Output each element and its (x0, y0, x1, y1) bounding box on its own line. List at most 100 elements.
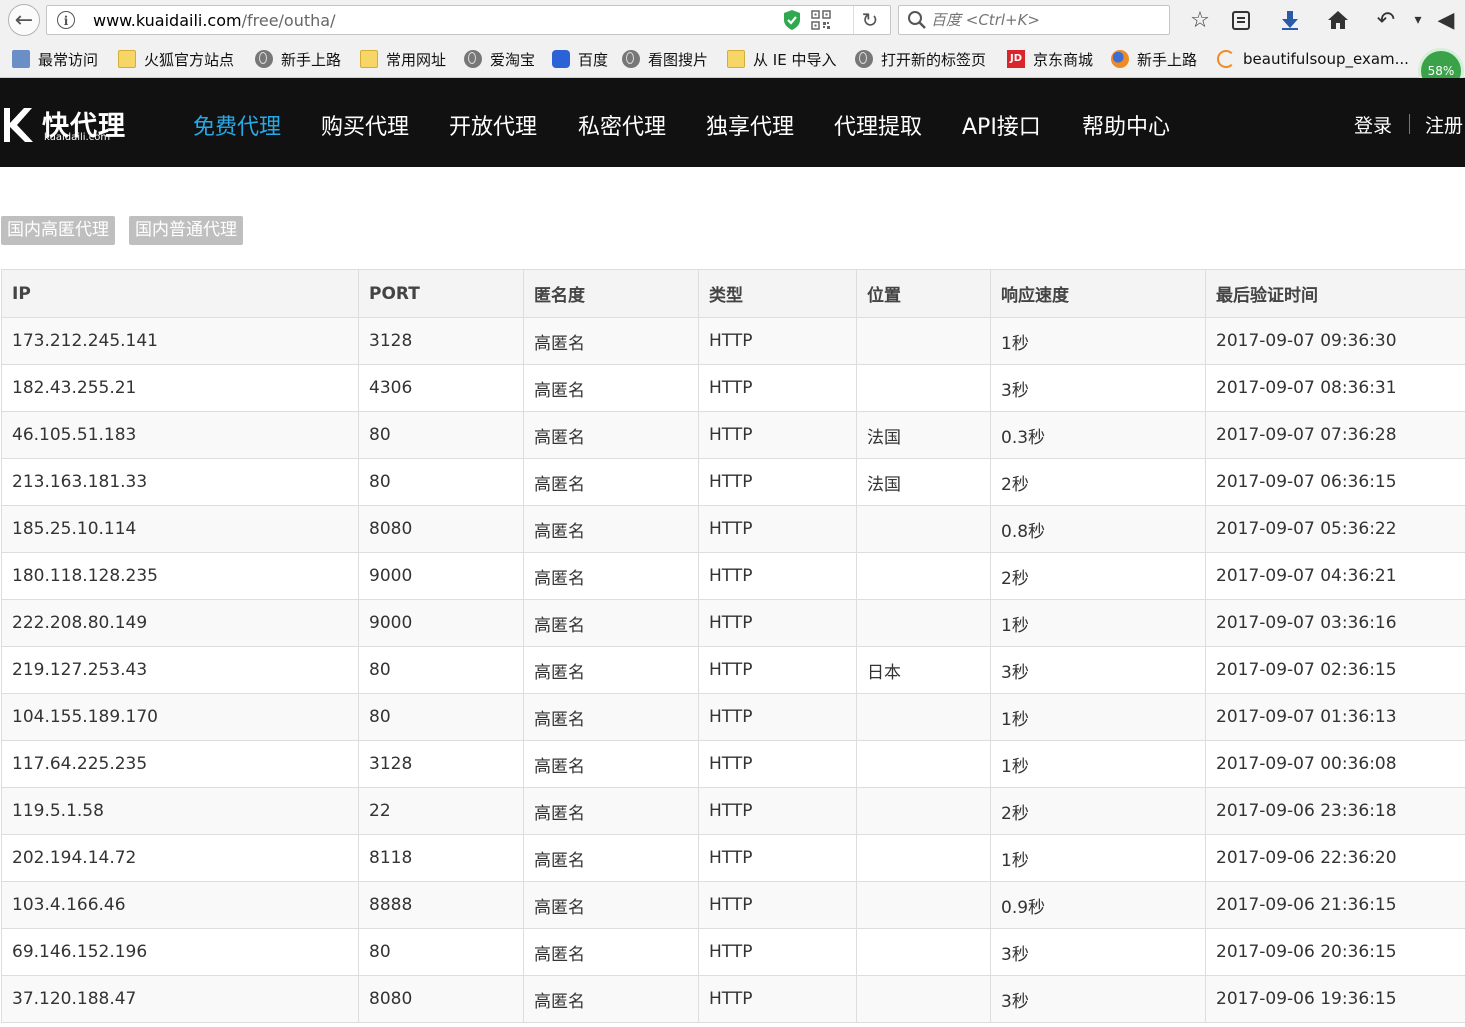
site-info-icon[interactable]: i (57, 11, 75, 29)
bookmark-item[interactable]: 火狐官方站点 (118, 49, 234, 69)
table-cell: 9000 (358, 599, 524, 647)
bookmark-label: 打开新的标签页 (881, 50, 987, 69)
table-cell: 2017-09-07 08:36:31 (1205, 364, 1465, 412)
nav-open-proxy[interactable]: 开放代理 (449, 109, 537, 141)
table-cell: 2017-09-07 04:36:21 (1205, 552, 1465, 600)
column-header: PORT (358, 269, 524, 318)
menu-icon[interactable]: ◀ (1436, 6, 1456, 34)
table-cell (856, 599, 991, 647)
bookmark-item[interactable]: 常用网址 (360, 49, 446, 69)
table-cell: 2017-09-07 06:36:15 (1205, 458, 1465, 506)
download-icon[interactable] (1276, 6, 1304, 34)
table-cell (856, 975, 991, 1023)
bookmark-item[interactable]: 爱淘宝 (464, 49, 535, 69)
bookmark-label: 新手上路 (281, 50, 342, 69)
bookmark-item[interactable]: 看图搜片 (622, 49, 708, 69)
table-cell: 高匿名 (523, 740, 699, 788)
url-text[interactable]: www.kuaidaili.com/free/outha/ (93, 11, 335, 30)
table-cell: 高匿名 (523, 552, 699, 600)
bookmark-item[interactable]: 最常访问 (12, 49, 98, 69)
table-cell (856, 364, 991, 412)
table-cell: HTTP (698, 505, 857, 553)
table-cell: 104.155.189.170 (1, 693, 359, 741)
table-cell (856, 552, 991, 600)
table-cell: 高匿名 (523, 787, 699, 835)
bookmark-item[interactable]: 新手上路 (255, 49, 341, 69)
nav-api[interactable]: API接口 (962, 109, 1041, 141)
table-cell: HTTP (698, 646, 857, 694)
table-cell: 4306 (358, 364, 524, 412)
search-bar[interactable] (898, 5, 1170, 35)
url-path: /free/outha/ (241, 11, 336, 30)
login-link[interactable]: 登录 (1354, 111, 1392, 138)
nav-private-proxy[interactable]: 私密代理 (578, 109, 666, 141)
globe-icon (255, 50, 273, 68)
table-cell: 37.120.188.47 (1, 975, 359, 1023)
table-cell: 1秒 (990, 599, 1206, 647)
bookmark-item[interactable]: JD 京东商城 (1007, 49, 1093, 69)
column-header: 类型 (698, 269, 857, 318)
table-row: 173.212.245.141 3128 高匿名 HTTP 1秒 2017-09-07 0… (1, 317, 1465, 365)
shield-icon[interactable] (782, 9, 802, 31)
bookmark-item[interactable]: 百度 (552, 49, 608, 69)
table-cell: 8888 (358, 881, 524, 929)
table-cell: 213.163.181.33 (1, 458, 359, 506)
reading-list-icon[interactable] (1227, 6, 1255, 34)
table-cell (856, 787, 991, 835)
bookmark-bar-icon (12, 50, 30, 68)
nav-buy-proxy[interactable]: 购买代理 (321, 109, 409, 141)
bookmark-label: 百度 (578, 50, 609, 69)
bookmark-item[interactable]: 打开新的标签页 (855, 49, 986, 69)
table-cell: 高匿名 (523, 411, 699, 459)
url-bar[interactable]: i www.kuaidaili.com/free/outha/ ↻ (46, 5, 891, 35)
table-cell: 1秒 (990, 834, 1206, 882)
table-cell: 3秒 (990, 646, 1206, 694)
table-cell: 2017-09-06 23:36:18 (1205, 787, 1465, 835)
table-cell: 2017-09-07 07:36:28 (1205, 411, 1465, 459)
table-cell: HTTP (698, 740, 857, 788)
table-cell: 80 (358, 646, 524, 694)
dropdown-arrow-icon[interactable]: ▾ (1408, 6, 1428, 34)
bookmark-star-icon[interactable]: ☆ (1186, 6, 1214, 34)
table-cell (856, 928, 991, 976)
search-input[interactable] (931, 10, 1161, 30)
tab-domestic-normal[interactable]: 国内普通代理 (129, 216, 243, 245)
table-cell: 高匿名 (523, 458, 699, 506)
tab-domestic-elite[interactable]: 国内高匿代理 (1, 216, 115, 245)
bookmark-label: 新手上路 (1137, 50, 1198, 69)
table-cell: HTTP (698, 411, 857, 459)
bookmark-item[interactable]: 新手上路 (1111, 49, 1197, 69)
table-cell: 2017-09-07 05:36:22 (1205, 505, 1465, 553)
nav-proxy-extract[interactable]: 代理提取 (834, 109, 922, 141)
folder-icon (360, 50, 378, 68)
home-icon[interactable] (1324, 6, 1352, 34)
table-cell: 法国 (856, 458, 991, 506)
bookmarks-bar: 最常访问 火狐官方站点 新手上路 常用网址 爱淘宝 百度 看图搜片 从 IE 中… (0, 40, 1465, 78)
nav-help-center[interactable]: 帮助中心 (1082, 109, 1170, 141)
column-header: IP (1, 269, 359, 318)
search-icon (908, 11, 926, 29)
firefox-icon (1111, 50, 1129, 68)
qr-code-icon[interactable] (811, 10, 831, 30)
nav-free-proxy[interactable]: 免费代理 (193, 109, 281, 141)
table-cell: HTTP (698, 834, 857, 882)
reload-button[interactable]: ↻ (853, 6, 886, 34)
bookmark-label: 最常访问 (38, 50, 99, 69)
table-cell: HTTP (698, 787, 857, 835)
undo-icon[interactable]: ↶ (1372, 6, 1400, 34)
bookmark-item[interactable]: beautifulsoup_exam... (1217, 49, 1409, 69)
table-cell: 185.25.10.114 (1, 505, 359, 553)
paw-icon (552, 50, 570, 68)
table-cell: 0.8秒 (990, 505, 1206, 553)
nav-dedicated-proxy[interactable]: 独享代理 (706, 109, 794, 141)
bookmark-item[interactable]: 从 IE 中导入 (727, 49, 836, 69)
bookmark-label: 从 IE 中导入 (753, 50, 837, 69)
globe-icon (622, 50, 640, 68)
table-row: 222.208.80.149 9000 高匿名 HTTP 1秒 2017-09-07 03… (1, 599, 1465, 647)
table-row: 219.127.253.43 80 高匿名 HTTP 日本 3秒 2017-09-07 02… (1, 646, 1465, 694)
bookmark-label: beautifulsoup_exam... (1243, 50, 1409, 68)
table-cell: 高匿名 (523, 599, 699, 647)
back-button[interactable]: ← (8, 4, 40, 36)
logo-subtext: kuaidaili.com (44, 132, 111, 143)
register-link[interactable]: 注册 (1425, 111, 1463, 138)
